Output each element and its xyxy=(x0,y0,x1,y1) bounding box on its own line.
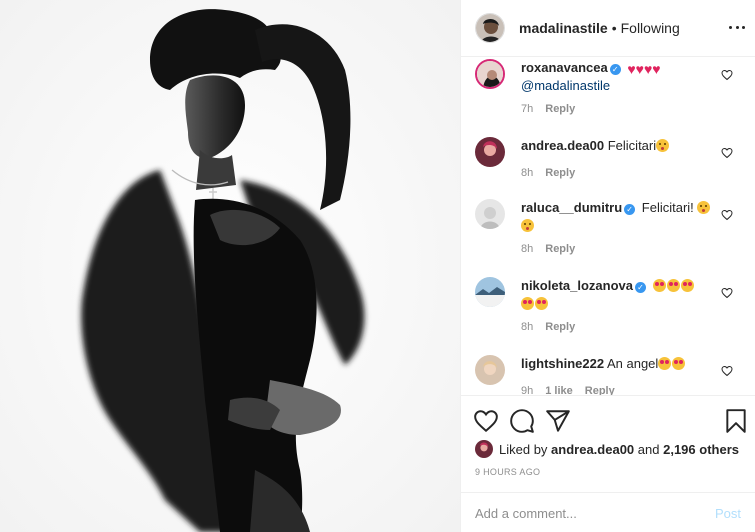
liker-username[interactable]: andrea.dea00 xyxy=(551,442,634,457)
verified-badge-icon: ✓ xyxy=(634,282,646,293)
likes-summary: Liked by andrea.dea00 and 2,196 others xyxy=(475,440,747,458)
heart-eyes-emoji-icon xyxy=(652,279,666,292)
comment-input[interactable] xyxy=(475,505,715,521)
comment-mention-link[interactable]: @madalinastile xyxy=(521,78,610,93)
reply-button[interactable]: Reply xyxy=(585,385,615,395)
more-options-icon[interactable] xyxy=(729,19,745,35)
paper-plane-icon[interactable] xyxy=(545,408,571,434)
comment-text: An angel xyxy=(606,356,659,371)
comment-bubble-icon[interactable] xyxy=(509,408,535,434)
heart-eyes-emoji-icon xyxy=(658,357,672,370)
bookmark-icon[interactable] xyxy=(723,408,749,434)
likes-prefix: Liked by xyxy=(499,441,548,457)
heart-eyes-emoji-icon xyxy=(672,357,686,370)
reply-button[interactable]: Reply xyxy=(545,243,575,255)
likes-conjunction: and xyxy=(637,441,660,457)
commenter-avatar[interactable] xyxy=(475,355,505,385)
comment-time[interactable]: 9h xyxy=(521,385,533,395)
comment-meta: 8h Reply xyxy=(521,167,587,179)
post-actions: Liked by andrea.dea00 and 2,196 others 9… xyxy=(461,395,755,532)
heart-eyes-emoji-icon xyxy=(535,297,548,310)
verified-badge-icon: ✓ xyxy=(609,64,621,75)
comment-text: Felicitari xyxy=(607,138,657,153)
comment-time[interactable]: 8h xyxy=(521,243,533,255)
comment-meta: 7h Reply xyxy=(521,103,587,115)
commenter-avatar[interactable] xyxy=(475,137,505,167)
comment-text: Felicitari! xyxy=(641,200,694,215)
kiss-emoji-icon xyxy=(697,201,711,214)
comment-meta: 8h Reply xyxy=(521,243,587,255)
liker-avatar[interactable] xyxy=(475,440,493,458)
comment-username[interactable]: nikoleta_lozanova xyxy=(521,278,633,293)
comment-like-count[interactable]: 1 like xyxy=(545,385,573,395)
commenter-avatar[interactable] xyxy=(475,277,505,307)
reply-button[interactable]: Reply xyxy=(545,103,575,115)
comment-username[interactable]: raluca__dumitru xyxy=(521,200,622,215)
post-photo[interactable] xyxy=(0,0,460,532)
author-avatar[interactable] xyxy=(475,13,505,43)
comment-like-icon[interactable] xyxy=(721,69,733,81)
heart-eyes-emoji-icon xyxy=(666,279,680,292)
comment-username[interactable]: lightshine222 xyxy=(521,356,604,371)
kiss-emoji-icon xyxy=(656,139,670,152)
heart-outline-icon[interactable] xyxy=(473,408,499,434)
reply-button[interactable]: Reply xyxy=(545,167,575,179)
post-timestamp[interactable]: 9 HOURS AGO xyxy=(475,467,540,477)
verified-badge-icon: ✓ xyxy=(624,204,636,215)
post-header: madalinastile • Following xyxy=(461,0,755,57)
header-separator: • xyxy=(611,20,617,36)
commenter-avatar[interactable] xyxy=(475,199,505,229)
post-comment-button[interactable]: Post xyxy=(715,506,741,521)
heart-emoji-icon: ♥♥♥♥ xyxy=(627,61,661,77)
comment-username[interactable]: roxanavancea xyxy=(521,60,608,75)
action-icons xyxy=(473,408,749,434)
comment-username[interactable]: andrea.dea00 xyxy=(521,138,604,153)
kiss-emoji-icon xyxy=(521,219,534,232)
likes-others-count[interactable]: 2,196 others xyxy=(663,442,739,457)
reply-button[interactable]: Reply xyxy=(545,321,575,333)
heart-eyes-emoji-icon xyxy=(521,297,534,310)
post-sidebar: madalinastile • Following roxanavancea ✓ … xyxy=(460,0,755,532)
comment-time[interactable]: 8h xyxy=(521,321,533,333)
commenter-avatar[interactable] xyxy=(475,59,505,89)
comment-like-icon[interactable] xyxy=(721,365,733,377)
photo-image xyxy=(0,0,460,532)
comment-time[interactable]: 7h xyxy=(521,103,533,115)
comment-like-icon[interactable] xyxy=(721,209,733,221)
comment-time[interactable]: 8h xyxy=(521,167,533,179)
follow-status-button[interactable]: Following xyxy=(621,20,680,36)
author-username[interactable]: madalinastile xyxy=(519,20,608,36)
comments-list[interactable]: roxanavancea ✓ ♥♥♥♥ @madalinastile 7h Repl… xyxy=(461,57,755,395)
comment-like-icon[interactable] xyxy=(721,147,733,159)
comment-meta: 8h Reply xyxy=(521,321,587,333)
comment-meta: 9h 1 like Reply xyxy=(521,385,627,395)
comment-like-icon[interactable] xyxy=(721,287,733,299)
add-comment-bar: Post xyxy=(461,492,755,532)
heart-eyes-emoji-icon xyxy=(680,279,694,292)
instagram-post: madalinastile • Following roxanavancea ✓ … xyxy=(0,0,755,532)
